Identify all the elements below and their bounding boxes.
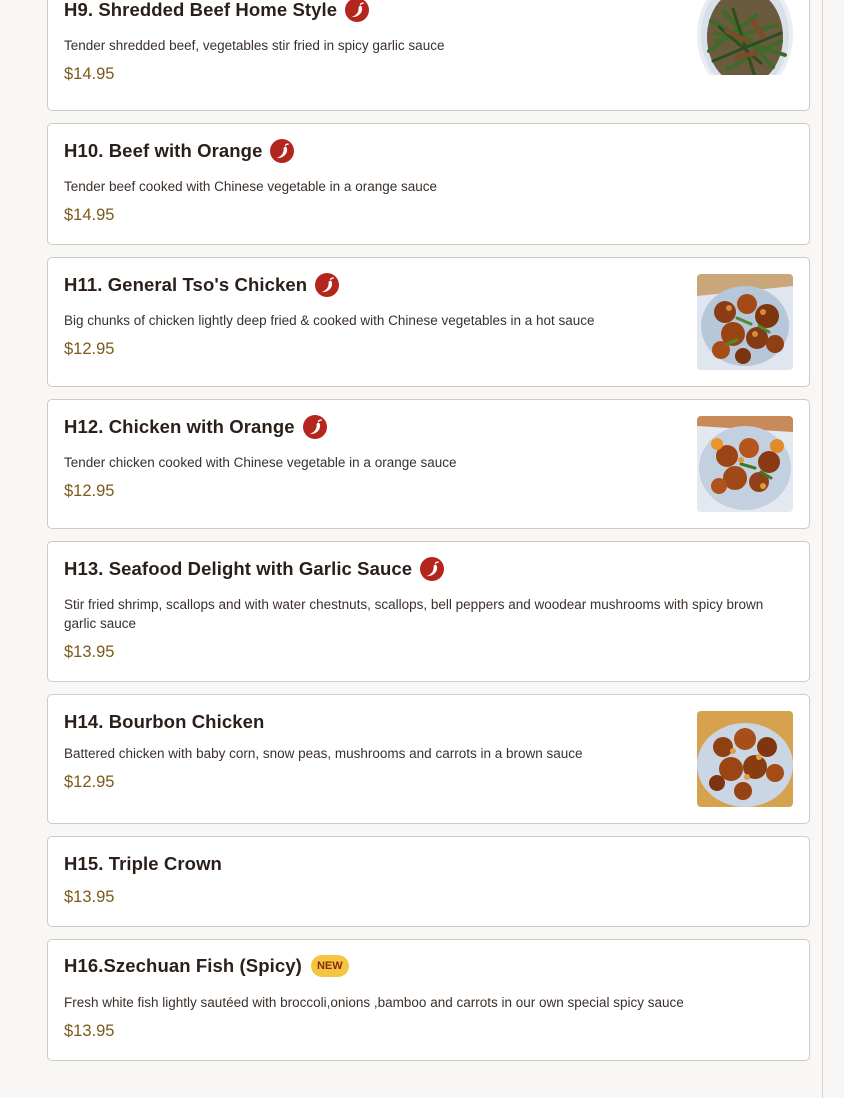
chili-pepper-icon: [345, 0, 370, 22]
menu-item-card[interactable]: H12. Chicken with Orange Tender chicken …: [47, 399, 810, 529]
menu-item-card[interactable]: H15. Triple Crown $13.95: [47, 836, 810, 927]
menu-item-title: H14. Bourbon Chicken: [64, 711, 265, 732]
menu-item-description: Big chunks of chicken lightly deep fried…: [64, 313, 595, 328]
chili-pepper-icon: [270, 139, 295, 163]
menu-item-photo: [697, 711, 793, 807]
menu-item-price: $14.95: [64, 65, 115, 83]
menu-item-photo: [697, 416, 793, 512]
menu-item-price: $13.95: [64, 1022, 115, 1040]
menu-item-card[interactable]: H9. Shredded Beef Home Style Tender shre…: [47, 0, 810, 111]
new-badge: NEW: [310, 955, 349, 977]
menu-item-photo: [697, 274, 793, 370]
menu-item-description: Tender beef cooked with Chinese vegetabl…: [64, 179, 438, 194]
menu-item-price: $13.95: [64, 643, 115, 661]
menu-item-title: H12. Chicken with Orange: [64, 416, 295, 437]
chili-pepper-icon: [302, 415, 327, 439]
chili-pepper-icon: [420, 557, 445, 581]
menu-item-price: $13.95: [64, 888, 115, 906]
menu-item-price: $14.95: [64, 206, 115, 224]
menu-item-description: Fresh white fish lightly sautéed with br…: [64, 995, 684, 1010]
menu-item-title: H11. General Tso's Chicken: [64, 274, 308, 295]
menu-item-description: Battered chicken with baby corn, snow pe…: [64, 746, 583, 761]
menu-item-card[interactable]: H13. Seafood Delight with Garlic Sauce S…: [47, 541, 810, 682]
menu-item-card[interactable]: H10. Beef with Orange Tender beef cooked…: [47, 123, 810, 245]
menu-item-description: Stir fried shrimp, scallops and with wat…: [64, 597, 764, 631]
menu-item-card[interactable]: H11. General Tso's Chicken Big chunks of…: [47, 257, 810, 387]
menu-item-description: Tender shredded beef, vegetables stir fr…: [64, 38, 445, 53]
chili-pepper-icon: [315, 273, 340, 297]
menu-item-title: H13. Seafood Delight with Garlic Sauce: [64, 558, 413, 579]
menu-item-photo: [697, 0, 793, 95]
menu-item-price: $12.95: [64, 773, 115, 791]
menu-item-card[interactable]: H16.Szechuan Fish (Spicy) NEW Fresh whit…: [47, 939, 810, 1061]
menu-item-price: $12.95: [64, 482, 115, 500]
page-divider: [822, 0, 823, 1098]
menu-item-card[interactable]: H14. Bourbon Chicken Battered chicken wi…: [47, 694, 810, 824]
menu-item-title: H9. Shredded Beef Home Style: [64, 0, 338, 20]
menu-item-title: H15. Triple Crown: [64, 853, 222, 874]
menu-item-price: $12.95: [64, 340, 115, 358]
menu-item-description: Tender chicken cooked with Chinese veget…: [64, 455, 457, 470]
menu-item-title: H16.Szechuan Fish (Spicy): [64, 955, 302, 976]
menu-item-title: H10. Beef with Orange: [64, 140, 263, 161]
